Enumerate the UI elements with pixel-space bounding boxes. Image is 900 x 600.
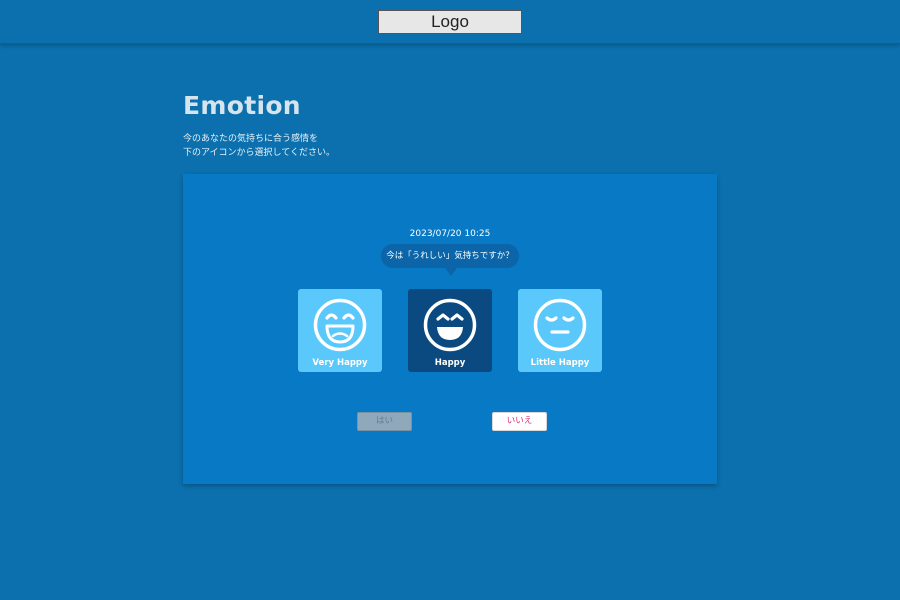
description-line: 下のアイコンから選択してください。: [183, 148, 336, 158]
no-button[interactable]: いいえ: [492, 412, 547, 431]
bubble-tail: [445, 268, 457, 276]
page-title: Emotion: [183, 91, 301, 120]
option-label: Little Happy: [530, 358, 590, 368]
question-bubble: 今は「うれしい」気持ちですか？: [381, 244, 519, 268]
datetime-text: 2023/07/20 10:25: [409, 229, 491, 239]
option-label: Very Happy: [312, 358, 368, 368]
emotion-card: 2023/07/20 10:25 今は「うれしい」気持ちですか？ Very Ha…: [183, 174, 717, 484]
option-label: Happy: [434, 358, 466, 368]
little-happy-face-icon: [533, 298, 587, 352]
very-happy-face-icon: [313, 298, 367, 352]
happy-face-icon: [423, 298, 477, 352]
page-description: 今のあなたの気持ちに合う感情を 下のアイコンから選択してください。: [183, 132, 403, 160]
option-very-happy[interactable]: Very Happy: [298, 289, 382, 372]
top-bar: Logo: [0, 0, 900, 44]
option-happy[interactable]: Happy: [408, 289, 492, 372]
yes-button[interactable]: はい: [357, 412, 412, 431]
option-little-happy[interactable]: Little Happy: [518, 289, 602, 372]
description-line: 今のあなたの気持ちに合う感情を: [183, 134, 319, 144]
logo[interactable]: Logo: [378, 10, 522, 34]
